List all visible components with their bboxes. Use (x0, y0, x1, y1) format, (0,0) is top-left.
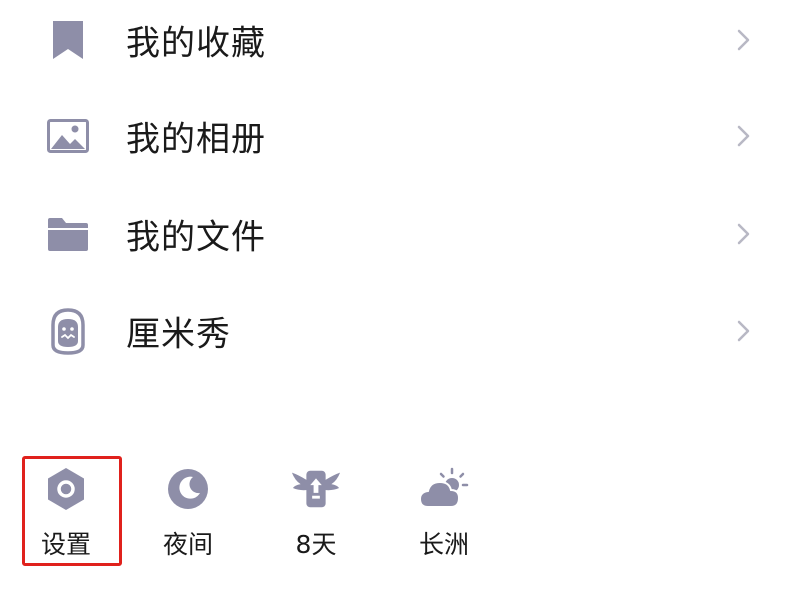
weather-location-label: 长洲 (418, 530, 469, 559)
settings-label: 设置 (40, 530, 91, 559)
menu-item-files[interactable]: 我的文件 (0, 186, 800, 282)
chevron-right-icon (737, 125, 750, 147)
streak-days-button[interactable]: 8天 (264, 455, 368, 565)
bookmark-icon (44, 16, 92, 64)
chevron-right-icon (737, 223, 750, 245)
settings-button[interactable]: 设置 (14, 455, 118, 565)
winged-badge-icon (290, 463, 342, 515)
menu-item-label: 我的文件 (126, 217, 266, 258)
chevron-right-icon (737, 29, 750, 51)
avatar-icon (44, 307, 92, 355)
menu-item-favorites[interactable]: 我的收藏 (0, 0, 800, 88)
menu-item-label: 我的相册 (126, 119, 266, 160)
weather-cloud-sun-icon (418, 463, 470, 515)
streak-days-label: 8天 (295, 530, 337, 559)
moon-icon (162, 463, 214, 515)
night-mode-button[interactable]: 夜间 (136, 455, 240, 565)
image-icon (44, 112, 92, 160)
chevron-right-icon (737, 320, 750, 342)
settings-icon (40, 463, 92, 515)
app-screen: 我的收藏 我的相册 我的文件 厘米秀 设置 夜间 8天 长洲 (0, 0, 800, 600)
night-mode-label: 夜间 (162, 530, 213, 559)
bottom-toolbar: 设置 夜间 8天 长洲 (0, 455, 800, 570)
menu-item-album[interactable]: 我的相册 (0, 88, 800, 184)
menu-item-label: 我的收藏 (126, 23, 266, 64)
weather-button[interactable]: 长洲 (392, 455, 496, 565)
folder-icon (44, 210, 92, 258)
menu-item-label: 厘米秀 (126, 314, 231, 355)
menu-item-cmshow[interactable]: 厘米秀 (0, 283, 800, 379)
